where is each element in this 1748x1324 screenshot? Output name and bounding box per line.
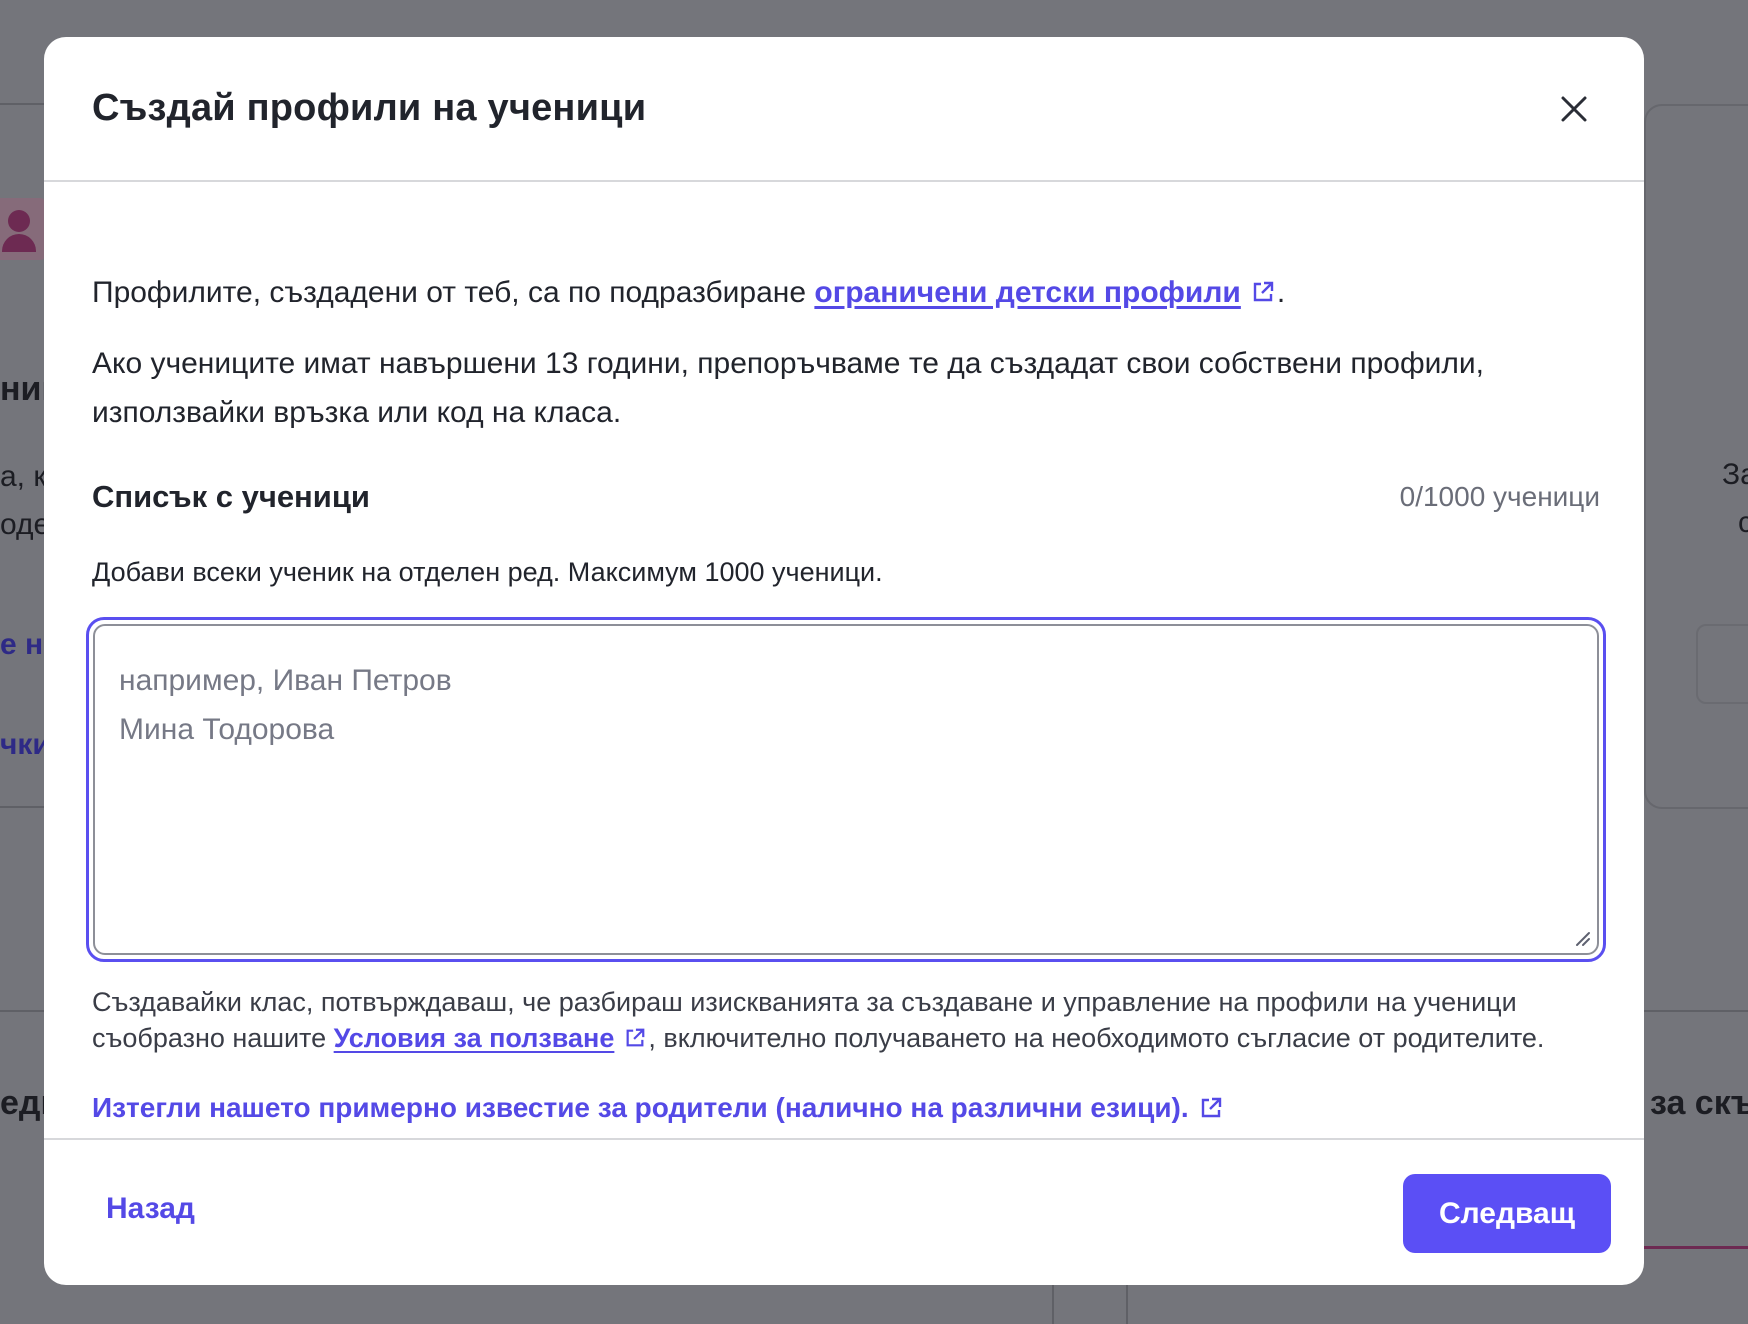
bg-divider	[1052, 1285, 1054, 1324]
intro-end: .	[1276, 276, 1286, 309]
terms-line-2: съобразно нашите Условия за ползване , в…	[92, 1020, 1544, 1056]
terms-of-use-link[interactable]: Условия за ползване	[334, 1023, 615, 1053]
bg-text-fragment: с	[1738, 506, 1748, 539]
resize-handle-icon[interactable]	[1573, 929, 1591, 947]
student-list-focus-ring	[86, 617, 1606, 962]
student-list-textarea[interactable]	[93, 624, 1599, 955]
bg-button	[1696, 624, 1748, 704]
bg-divider	[0, 103, 44, 105]
terms-suffix: , включително получаването на необходимо…	[648, 1023, 1545, 1053]
bg-avatar	[0, 198, 46, 260]
restricted-profiles-link[interactable]: ограничени детски профили	[814, 276, 1240, 309]
dialog-header: Създай профили на ученици	[44, 37, 1644, 182]
student-list-title: Списък с ученици	[92, 479, 370, 514]
close-icon	[1561, 96, 1587, 122]
bg-text-fragment: оде	[0, 508, 51, 541]
age-paragraph-line-2: използвайки връзка или код на класа.	[92, 396, 622, 429]
back-button[interactable]: Назад	[106, 1192, 195, 1226]
student-counter: 0/1000 ученици	[1399, 481, 1600, 512]
parent-notice-link-text: Изтегли нашето примерно известие за роди…	[92, 1092, 1189, 1123]
terms-line-1: Създавайки клас, потвърждаваш, че разбир…	[92, 987, 1517, 1017]
bg-text-fragment: За	[1722, 458, 1748, 491]
bg-divider	[1644, 1010, 1748, 1012]
bg-divider	[0, 1010, 44, 1012]
parent-notice-download-link[interactable]: Изтегли нашето примерно известие за роди…	[92, 1092, 1225, 1124]
bg-divider	[0, 806, 44, 808]
bg-text-fragment: а, к	[0, 460, 47, 493]
bg-divider	[1126, 1285, 1128, 1324]
terms-prefix: съобразно нашите	[92, 1023, 334, 1053]
external-link-icon	[626, 1028, 645, 1047]
bg-heading-fragment: за скъ	[1650, 1084, 1748, 1122]
age-paragraph-line-1: Ако учениците имат навършени 13 години, …	[92, 347, 1484, 380]
intro-text: Профилите, създадени от теб, са по подра…	[92, 276, 815, 309]
create-student-profiles-dialog: Създай профили на ученици Профилите, съз…	[44, 37, 1644, 1285]
next-button[interactable]: Следващ	[1403, 1174, 1611, 1253]
terms-notice: Създавайки клас, потвърждаваш, че разбир…	[92, 984, 1544, 1056]
close-button[interactable]	[1554, 89, 1594, 129]
external-link-icon	[1201, 1097, 1221, 1117]
dialog-title: Създай профили на ученици	[92, 87, 647, 129]
dialog-footer: Назад Следващ	[44, 1138, 1644, 1285]
student-list-hint: Добави всеки ученик на отделен ред. Макс…	[92, 557, 883, 587]
external-link-icon	[1253, 281, 1274, 302]
intro-paragraph: Профилите, създадени от теб, са по подра…	[92, 268, 1285, 317]
